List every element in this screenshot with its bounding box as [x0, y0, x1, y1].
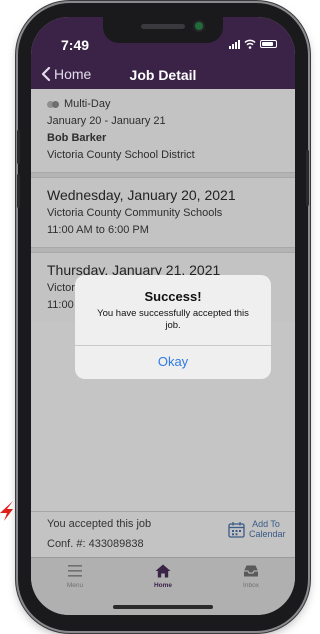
status-time: 7:49: [61, 37, 90, 53]
signal-icon: [229, 39, 240, 49]
tab-menu-label: Menu: [66, 582, 84, 589]
district-name: Victoria County School District: [47, 149, 195, 161]
battery-icon: [260, 40, 277, 48]
add-to-calendar-button[interactable]: Add To Calendar: [228, 519, 286, 539]
page-title: Job Detail: [129, 67, 197, 83]
day-date: Wednesday, January 20, 2021: [47, 187, 236, 203]
wifi-icon: [244, 39, 256, 49]
inbox-icon: [244, 565, 258, 577]
front-camera: [195, 22, 203, 30]
speaker: [141, 24, 185, 29]
volume-button: [17, 174, 20, 208]
multi-day-label: Multi-Day: [64, 98, 111, 110]
multi-day-icon: [47, 101, 60, 108]
tab-inbox[interactable]: Inbox: [221, 564, 281, 589]
status-icons: [229, 39, 277, 49]
okay-button[interactable]: Okay: [75, 345, 271, 379]
day-location: Victoria County Community Schools: [47, 207, 223, 219]
tab-home[interactable]: Home: [133, 564, 193, 589]
job-summary: Multi-Day January 20 - January 21 Bob Ba…: [31, 89, 295, 172]
alert-title: Success!: [144, 289, 202, 304]
acceptance-footer: You accepted this job Conf. #: 433089838…: [31, 511, 295, 557]
home-icon: [155, 564, 171, 578]
tab-home-label: Home: [153, 582, 173, 589]
menu-icon: [68, 565, 82, 577]
day-time: 11:00 AM to 6:00 PM: [47, 224, 149, 236]
multi-day-tag: Multi-Day: [47, 96, 279, 113]
tab-inbox-label: Inbox: [243, 582, 259, 589]
volume-button: [17, 130, 20, 164]
calendar-icon: [228, 521, 245, 538]
date-range: January 20 - January 21: [47, 115, 166, 127]
add-to-calendar-label: Add To Calendar: [249, 519, 286, 539]
phone-screen: 7:49 Home Job Detail Multi-Day January 2…: [31, 17, 295, 615]
annotation-arrow: [0, 501, 13, 521]
employee-name: Bob Barker: [47, 132, 107, 144]
accepted-status: You accepted this job: [47, 518, 152, 530]
home-indicator: [113, 605, 213, 609]
power-button: [306, 150, 309, 206]
confirmation-number: Conf. #: 433089838: [47, 538, 144, 550]
day-card[interactable]: Wednesday, January 20, 2021 Victoria Cou…: [31, 178, 295, 247]
success-alert: Success! You have successfully accepted …: [75, 275, 271, 379]
notch: [103, 17, 223, 43]
tab-menu[interactable]: Menu: [45, 564, 105, 589]
alert-message: You have successfully accepted this job.: [97, 308, 249, 331]
